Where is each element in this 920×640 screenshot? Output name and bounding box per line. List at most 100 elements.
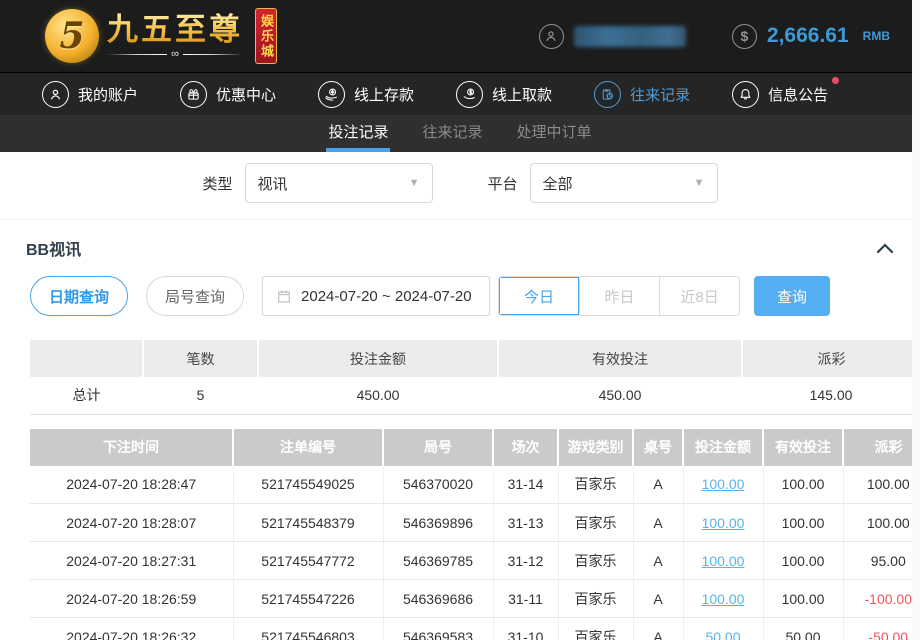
col-bet-amount: 投注金额 <box>683 429 763 466</box>
table-row: 2024-07-20 18:27:31 521745547772 5463697… <box>30 542 920 580</box>
type-select[interactable]: 视讯 ▼ <box>245 163 433 203</box>
user-icon <box>539 24 564 49</box>
cell-order-no: 521745549025 <box>233 466 383 504</box>
platform-select[interactable]: 全部 ▼ <box>530 163 718 203</box>
balance-amount: 2,666.61 <box>767 24 849 48</box>
nav-my-account[interactable]: 我的账户 <box>42 81 138 108</box>
col-round-no: 局号 <box>383 429 493 466</box>
summary-total-payout: 145.00 <box>742 377 920 414</box>
date-range-input[interactable]: 2024-07-20 ~ 2024-07-20 <box>262 276 490 316</box>
cell-game-type: 百家乐 <box>558 542 633 580</box>
cell-round-no: 546369583 <box>383 618 493 640</box>
nav-transaction-records[interactable]: 往来记录 <box>594 81 690 108</box>
round-query-button[interactable]: 局号查询 <box>146 276 244 316</box>
vertical-scrollbar[interactable] <box>912 0 920 640</box>
cell-session: 31-10 <box>493 618 558 640</box>
summary-header-blank <box>30 340 143 377</box>
nav-label: 线上存款 <box>354 84 414 105</box>
tab-transaction-records[interactable]: 往来记录 <box>420 115 484 152</box>
cell-round-no: 546369785 <box>383 542 493 580</box>
calendar-icon <box>276 288 292 304</box>
type-select-value: 视讯 <box>258 173 288 194</box>
username-redacted[interactable] <box>574 26 686 47</box>
cell-order-no: 521745548379 <box>233 504 383 542</box>
platform-filter-label: 平台 <box>488 173 518 194</box>
bet-amount-link[interactable]: 100.00 <box>702 476 745 492</box>
summary-total-label: 总计 <box>30 377 143 414</box>
main-nav: 我的账户 优惠中心 线上存款 线上 <box>0 72 920 115</box>
bet-amount-link[interactable]: 100.00 <box>702 591 745 607</box>
summary-total-count: 5 <box>143 377 258 414</box>
cell-game-type: 百家乐 <box>558 504 633 542</box>
brand-logo-icon: 5 <box>45 9 99 63</box>
cell-table-no: A <box>633 466 683 504</box>
col-table-no: 桌号 <box>633 429 683 466</box>
nav-announcements[interactable]: 信息公告 <box>732 81 828 108</box>
bet-amount-link[interactable]: 50.00 <box>705 629 740 640</box>
cell-valid-bet: 100.00 <box>763 542 843 580</box>
summary-header-count: 笔数 <box>143 340 258 377</box>
top-header-bar: 5 九五至尊 ∞ 娱乐城 $ 2,666.61 RMB <box>0 0 920 72</box>
cell-payout: 100.00 <box>843 466 920 504</box>
cell-session: 31-14 <box>493 466 558 504</box>
cell-time: 2024-07-20 18:28:07 <box>30 504 233 542</box>
summary-total-valid: 450.00 <box>498 377 742 414</box>
bet-amount-link[interactable]: 100.00 <box>702 553 745 569</box>
cell-payout: -50.00 <box>843 618 920 640</box>
cell-session: 31-12 <box>493 542 558 580</box>
quick-range-group: 今日 昨日 近8日 <box>498 276 740 316</box>
records-clipboard-icon <box>594 81 621 108</box>
col-session: 场次 <box>493 429 558 466</box>
balance-currency: RMB <box>863 29 890 43</box>
cell-valid-bet: 100.00 <box>763 504 843 542</box>
today-button[interactable]: 今日 <box>499 277 579 315</box>
nav-label: 往来记录 <box>630 84 690 105</box>
collapse-chevron-up-icon[interactable] <box>876 241 894 255</box>
summary-header-payout: 派彩 <box>742 340 920 377</box>
cell-session: 31-13 <box>493 504 558 542</box>
cell-game-type: 百家乐 <box>558 466 633 504</box>
deposit-coins-icon <box>318 81 345 108</box>
search-button[interactable]: 查询 <box>754 276 830 316</box>
col-payout: 派彩 <box>843 429 920 466</box>
nav-label: 线上取款 <box>492 84 552 105</box>
bell-icon <box>732 81 759 108</box>
summary-table: 笔数 投注金额 有效投注 派彩 总计 5 450.00 450.00 145.0… <box>30 340 920 415</box>
account-icon <box>42 81 69 108</box>
cell-payout: 95.00 <box>843 542 920 580</box>
cell-round-no: 546369896 <box>383 504 493 542</box>
nav-label: 优惠中心 <box>216 84 276 105</box>
date-range-value: 2024-07-20 ~ 2024-07-20 <box>301 288 472 305</box>
col-time: 下注时间 <box>30 429 233 466</box>
brand-logo[interactable]: 5 九五至尊 ∞ 娱乐城 <box>45 8 277 64</box>
cell-time: 2024-07-20 18:28:47 <box>30 466 233 504</box>
tab-bet-records[interactable]: 投注记录 <box>326 115 390 152</box>
last8days-button[interactable]: 近8日 <box>659 277 739 315</box>
summary-total-row: 总计 5 450.00 450.00 145.00 <box>30 377 920 414</box>
nav-promotions[interactable]: 优惠中心 <box>180 81 276 108</box>
cell-game-type: 百家乐 <box>558 580 633 618</box>
cell-order-no: 521745546803 <box>233 618 383 640</box>
tab-pending-orders[interactable]: 处理中订单 <box>515 115 594 152</box>
nav-withdraw[interactable]: 线上取款 <box>456 81 552 108</box>
cell-time: 2024-07-20 18:26:59 <box>30 580 233 618</box>
table-row: 2024-07-20 18:28:07 521745548379 5463698… <box>30 504 920 542</box>
cell-payout: -100.00 <box>843 580 920 618</box>
bet-amount-link[interactable]: 100.00 <box>702 515 745 531</box>
brand-subtitle-badge: 娱乐城 <box>255 8 277 64</box>
platform-select-value: 全部 <box>543 173 573 194</box>
nav-label: 信息公告 <box>768 84 828 105</box>
nav-deposit[interactable]: 线上存款 <box>318 81 414 108</box>
table-row: 2024-07-20 18:26:32 521745546803 5463695… <box>30 618 920 640</box>
summary-header-valid: 有效投注 <box>498 340 742 377</box>
account-summary: $ 2,666.61 RMB <box>539 24 890 49</box>
date-query-button[interactable]: 日期查询 <box>30 276 128 316</box>
cell-session: 31-11 <box>493 580 558 618</box>
cell-payout: 100.00 <box>843 504 920 542</box>
chevron-down-icon: ▼ <box>409 177 420 189</box>
section-title: BB视讯 <box>26 236 81 260</box>
section-header: BB视讯 <box>0 219 920 264</box>
chevron-down-icon: ▼ <box>694 177 705 189</box>
yesterday-button[interactable]: 昨日 <box>579 277 659 315</box>
cell-time: 2024-07-20 18:26:32 <box>30 618 233 640</box>
